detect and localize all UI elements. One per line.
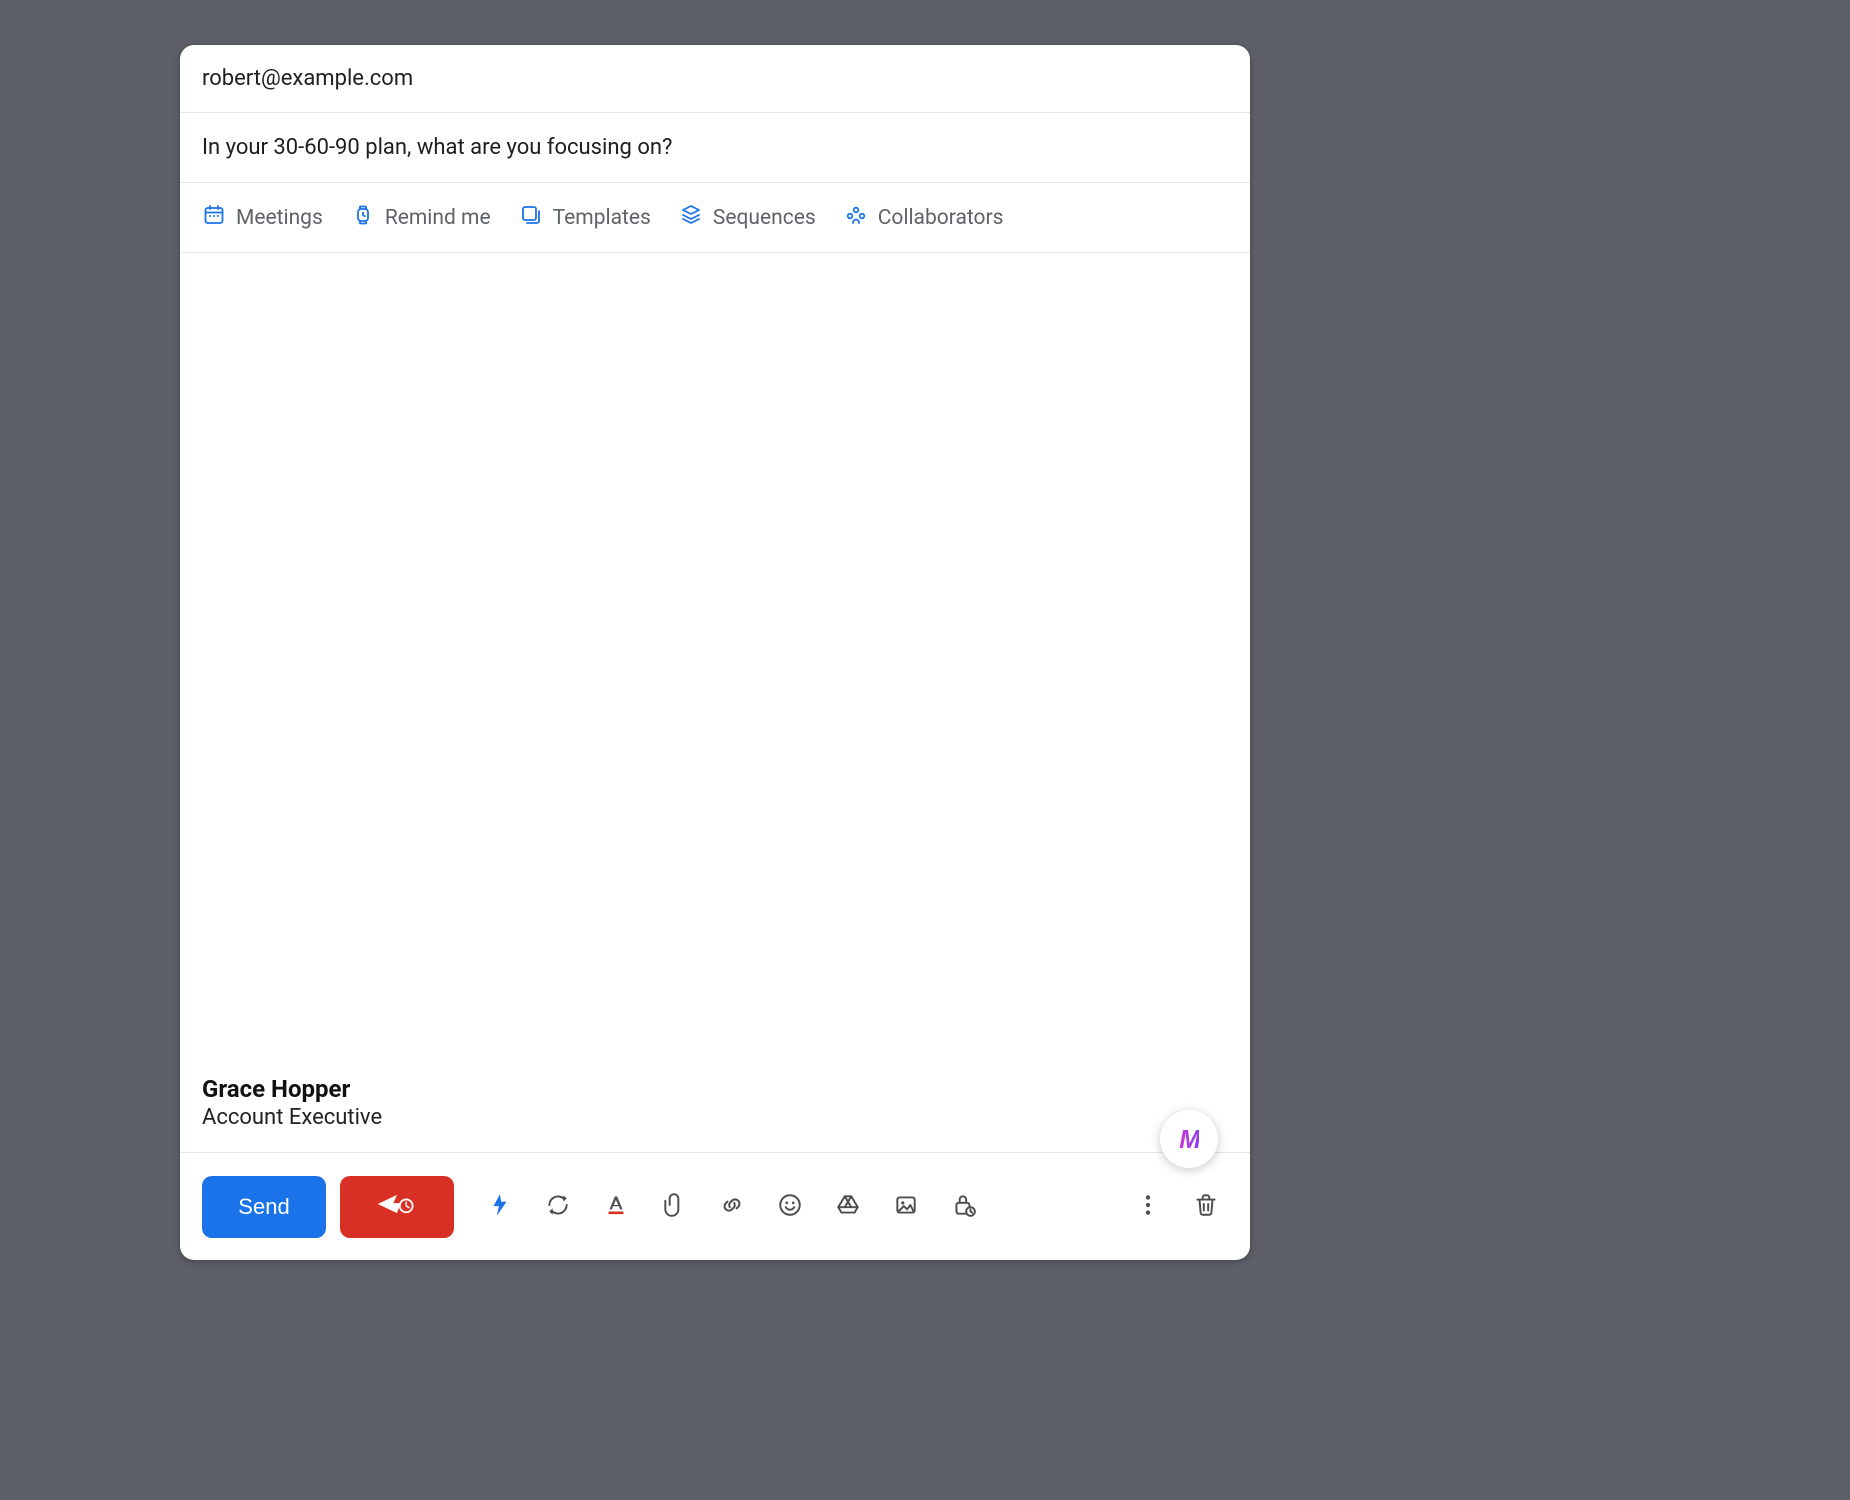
more-vertical-icon bbox=[1135, 1192, 1161, 1222]
to-field-row[interactable]: robert@example.com bbox=[180, 45, 1250, 113]
tool-collaborators-label: Collaborators bbox=[878, 206, 1004, 230]
send-button[interactable]: Send bbox=[202, 1176, 326, 1238]
paper-plane-clock-icon bbox=[375, 1188, 419, 1226]
signature-block: Grace Hopper Account Executive bbox=[202, 1075, 382, 1130]
tool-remind-me[interactable]: Remind me bbox=[351, 203, 491, 233]
tool-remind-label: Remind me bbox=[385, 206, 491, 230]
send-button-label: Send bbox=[238, 1194, 289, 1220]
tool-templates-label: Templates bbox=[553, 206, 651, 230]
insert-image-button[interactable] bbox=[884, 1185, 928, 1229]
subject-field-value: In your 30-60-90 plan, what are you focu… bbox=[202, 135, 672, 160]
image-icon bbox=[893, 1192, 919, 1222]
tool-sequences-label: Sequences bbox=[713, 206, 816, 230]
refresh-icon bbox=[545, 1192, 571, 1222]
insert-link-button[interactable] bbox=[710, 1185, 754, 1229]
tool-templates[interactable]: Templates bbox=[519, 203, 651, 233]
tool-meetings[interactable]: Meetings bbox=[202, 203, 323, 233]
attach-file-button[interactable] bbox=[652, 1185, 696, 1229]
subject-field-row[interactable]: In your 30-60-90 plan, what are you focu… bbox=[180, 113, 1250, 183]
compose-bottom-bar: Send bbox=[180, 1152, 1250, 1260]
extension-fab[interactable]: M bbox=[1160, 1110, 1218, 1168]
templates-icon bbox=[519, 203, 543, 233]
insert-drive-button[interactable] bbox=[826, 1185, 870, 1229]
people-icon bbox=[844, 203, 868, 233]
text-format-icon bbox=[603, 1192, 629, 1222]
paperclip-icon bbox=[661, 1192, 687, 1222]
compose-window: robert@example.com In your 30-60-90 plan… bbox=[180, 45, 1250, 1260]
discard-draft-button[interactable] bbox=[1184, 1185, 1228, 1229]
text-format-button[interactable] bbox=[594, 1185, 638, 1229]
more-options-button[interactable] bbox=[1126, 1185, 1170, 1229]
trash-icon bbox=[1193, 1192, 1219, 1222]
layers-icon bbox=[679, 203, 703, 233]
to-field-value: robert@example.com bbox=[202, 66, 413, 91]
compose-tools-row: Meetings Remind me Templates Sequences C… bbox=[180, 183, 1250, 253]
refresh-button[interactable] bbox=[536, 1185, 580, 1229]
lightning-icon bbox=[487, 1192, 513, 1222]
signature-name: Grace Hopper bbox=[202, 1075, 382, 1103]
compose-body[interactable]: Grace Hopper Account Executive bbox=[180, 253, 1250, 1152]
emoji-icon bbox=[777, 1192, 803, 1222]
lock-clock-icon bbox=[951, 1192, 977, 1222]
tool-collaborators[interactable]: Collaborators bbox=[844, 203, 1004, 233]
signature-title: Account Executive bbox=[202, 1105, 382, 1130]
link-icon bbox=[719, 1192, 745, 1222]
calendar-icon bbox=[202, 203, 226, 233]
drive-icon bbox=[835, 1192, 861, 1222]
schedule-send-button[interactable] bbox=[340, 1176, 454, 1238]
tool-meetings-label: Meetings bbox=[236, 206, 323, 230]
tool-sequences[interactable]: Sequences bbox=[679, 203, 816, 233]
watch-icon bbox=[351, 203, 375, 233]
confidential-mode-button[interactable] bbox=[942, 1185, 986, 1229]
extension-logo-icon: M bbox=[1179, 1124, 1199, 1155]
quick-action-button[interactable] bbox=[478, 1185, 522, 1229]
insert-emoji-button[interactable] bbox=[768, 1185, 812, 1229]
